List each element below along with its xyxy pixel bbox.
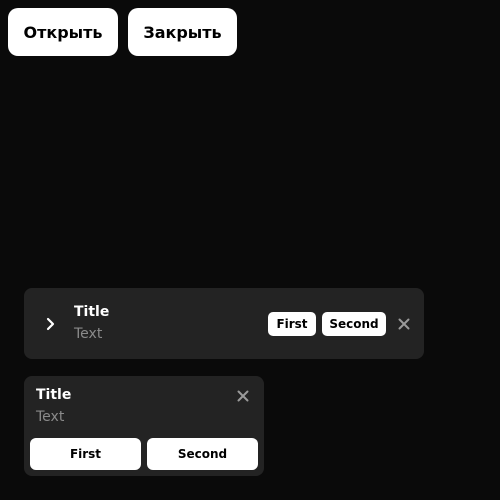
snackbar-text: Text [36, 409, 65, 425]
snackbar-inline: Title Text First Second [24, 288, 424, 359]
page: Открыть Закрыть Title Text First Second … [0, 0, 500, 500]
close-button[interactable]: Закрыть [128, 8, 237, 56]
second-button[interactable]: Second [322, 312, 386, 336]
close-icon[interactable] [396, 316, 412, 332]
snackbar-title: Title [36, 387, 72, 403]
second-button[interactable]: Second [147, 438, 258, 470]
first-button[interactable]: First [268, 312, 316, 336]
close-icon[interactable] [235, 388, 251, 404]
snackbar-text: Text [74, 326, 103, 342]
first-button[interactable]: First [30, 438, 141, 470]
open-button[interactable]: Открыть [8, 8, 118, 56]
snackbar-title: Title [74, 304, 110, 320]
snackbar-stacked: Title Text First Second [24, 376, 264, 476]
chevron-right-icon[interactable] [44, 314, 58, 334]
